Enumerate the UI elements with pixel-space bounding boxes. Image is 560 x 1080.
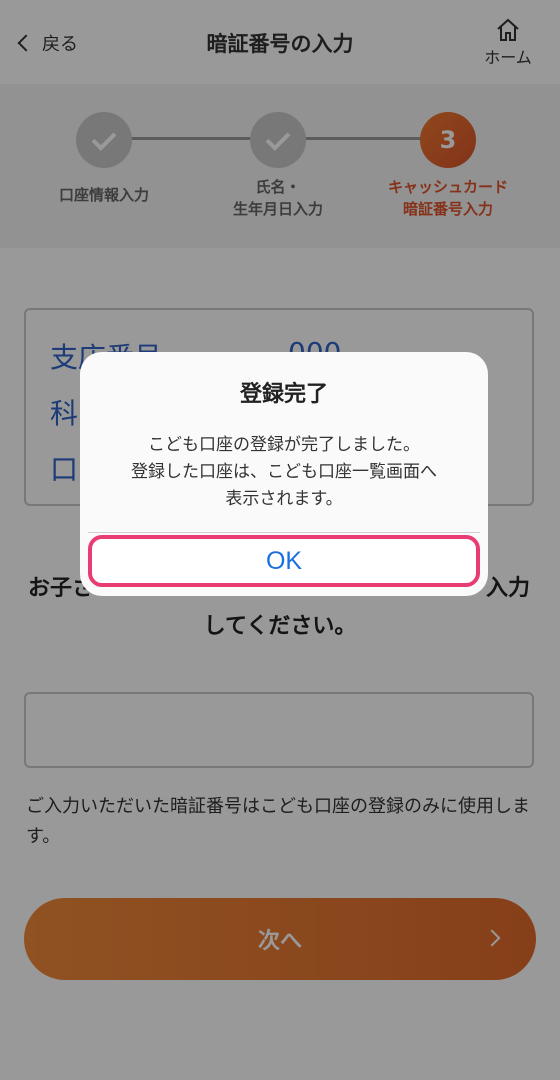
dialog-title: 登録完了 bbox=[239, 382, 328, 407]
ok-button[interactable]: OK bbox=[88, 535, 480, 587]
dialog-message-line: 表示されます。 bbox=[225, 489, 343, 509]
dialog-divider bbox=[88, 532, 480, 533]
dialog-message-line: 登録した口座は、こども口座一覧画面へ bbox=[131, 462, 437, 482]
dialog-message-line: こども口座の登録が完了しました。 bbox=[148, 435, 420, 455]
registration-complete-dialog: 登録完了 こども口座の登録が完了しました。 登録した口座は、こども口座一覧画面へ… bbox=[80, 352, 488, 596]
dialog-message: こども口座の登録が完了しました。 登録した口座は、こども口座一覧画面へ 表示され… bbox=[92, 432, 476, 513]
